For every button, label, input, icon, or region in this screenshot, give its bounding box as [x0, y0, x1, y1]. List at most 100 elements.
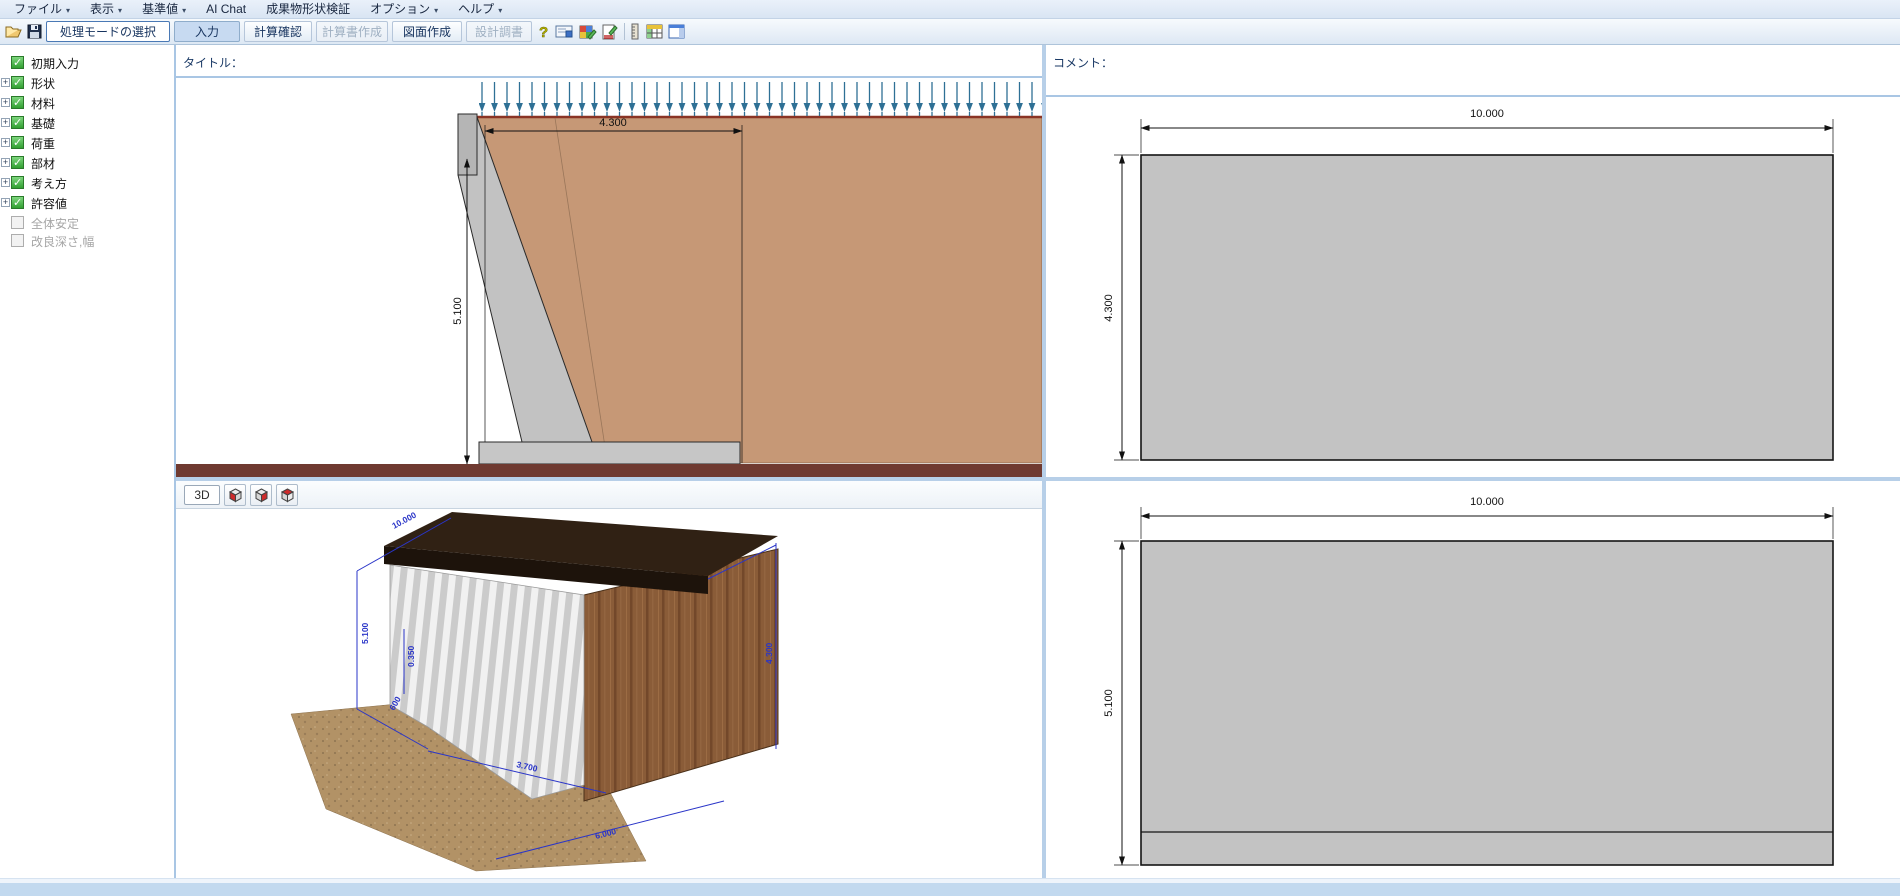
sidebar-tree: 初期入力 形状 材料 基礎 荷重 部材 考え方 許容値 全体安定 改良深さ,幅: [0, 45, 176, 878]
step-tab-design-record: 設計調書: [466, 21, 532, 42]
distributed-load-arrows: [479, 82, 1042, 116]
tree-item-improvement-depth-width: 改良深さ,幅: [0, 231, 174, 251]
tree-item-material[interactable]: 材料: [0, 93, 174, 113]
save-icon: [27, 24, 42, 39]
tree-item-foundation[interactable]: 基礎: [0, 113, 174, 133]
hint-button[interactable]: [554, 21, 574, 42]
expand-plus-icon[interactable]: [1, 178, 10, 187]
table-view-button[interactable]: [644, 21, 664, 42]
step-tab-calc-check[interactable]: 計算確認: [244, 21, 312, 42]
title-panel-header: タイトル：: [176, 45, 1042, 78]
help-button[interactable]: ?: [534, 21, 554, 42]
layout-view-button[interactable]: [666, 21, 686, 42]
checkbox[interactable]: [11, 116, 24, 129]
step-tab-drawing-create[interactable]: 図面作成: [392, 21, 462, 42]
cube-view-left-button[interactable]: [224, 484, 246, 506]
checkbox[interactable]: [11, 136, 24, 149]
app-window: ファイル 表示 基準値 AI Chat 成果物形状検証 オプション ヘルプ 処理…: [0, 0, 1900, 896]
dim-width-label: 4.300: [599, 117, 627, 129]
menu-item-help[interactable]: ヘルプ: [448, 0, 512, 19]
3d-toolbar: 3D: [176, 481, 1042, 509]
menu-item-standards[interactable]: 基準値: [132, 0, 196, 19]
cross-section-drawing[interactable]: 4.300 5.100: [176, 78, 1042, 477]
menu-item-deliverable-shape-check[interactable]: 成果物形状検証: [256, 0, 360, 19]
dim-height-label-top: 4.300: [1103, 294, 1115, 322]
tree-item-allowable[interactable]: 許容値: [0, 193, 174, 213]
plan-rect-top: [1141, 155, 1833, 460]
table-edit-icon: [579, 24, 597, 40]
chevron-down-icon: [114, 2, 122, 16]
menu-item-ai-chat[interactable]: AI Chat: [196, 0, 256, 19]
checkbox[interactable]: [11, 56, 24, 69]
checkbox[interactable]: [11, 176, 24, 189]
chevron-down-icon: [62, 2, 70, 16]
svg-text:?: ?: [539, 24, 548, 40]
expand-plus-icon[interactable]: [1, 118, 10, 127]
tree-item-member[interactable]: 部材: [0, 153, 174, 173]
svg-text:4.300: 4.300: [764, 642, 774, 664]
table-edit-button[interactable]: [578, 21, 598, 42]
step-tab-input[interactable]: 入力: [174, 21, 240, 42]
toolbar: 処理モードの選択 入力 計算確認 計算書作成 図面作成 設計調書 ?: [0, 19, 1900, 45]
svg-text:10.000: 10.000: [390, 510, 418, 531]
3d-mode-button[interactable]: 3D: [184, 485, 220, 505]
dim-length-top: [1141, 119, 1833, 153]
panel-elevation: 10.000 5.100: [1046, 481, 1900, 878]
tree-item-initial-input[interactable]: 初期入力: [0, 53, 174, 73]
cube-top-red-icon: [279, 486, 296, 503]
checkbox[interactable]: [11, 156, 24, 169]
tree-item-overall-stability: 全体安定: [0, 213, 174, 233]
expand-plus-icon[interactable]: [1, 198, 10, 207]
base-ground-strip: [176, 464, 1042, 477]
window-bottom-edge: [0, 878, 1900, 896]
panel-cross-section: タイトル：: [176, 45, 1042, 477]
save-button[interactable]: [24, 21, 44, 42]
menu-item-options[interactable]: オプション: [360, 0, 448, 19]
ruler-button[interactable]: [628, 21, 641, 42]
elevation-view[interactable]: 10.000 5.100: [1046, 481, 1900, 878]
panel-3d-view: 3D: [176, 481, 1042, 878]
tree-item-shape[interactable]: 形状: [0, 73, 174, 93]
dim-height-left: [1114, 155, 1139, 460]
cube-front-red-icon: [253, 486, 270, 503]
checkbox[interactable]: [11, 76, 24, 89]
3d-viewport[interactable]: 10.000 5.100 0.350 600 3.700 6.000 4.300: [176, 509, 1042, 877]
panel-comment: コメント： 10.000: [1046, 45, 1900, 477]
expand-plus-icon[interactable]: [1, 98, 10, 107]
comment-panel-header: コメント：: [1046, 45, 1900, 97]
cube-left-red-icon: [227, 486, 244, 503]
chevron-down-icon: [178, 2, 186, 16]
open-file-button[interactable]: [3, 21, 23, 42]
dim-height-label: 5.100: [452, 297, 464, 325]
svg-text:0.350: 0.350: [406, 645, 416, 667]
checkbox: [11, 216, 24, 229]
chevron-down-icon: [430, 2, 438, 16]
step-tab-report-create: 計算書作成: [316, 21, 388, 42]
elevation-rect: [1141, 541, 1833, 865]
chevron-down-icon: [494, 2, 502, 16]
dim-length-label-bottom: 10.000: [1470, 496, 1504, 508]
cube-view-top-button[interactable]: [276, 484, 298, 506]
mode-select-button[interactable]: 処理モードの選択: [46, 21, 170, 42]
menu-item-file[interactable]: ファイル: [4, 0, 80, 19]
cube-view-front-button[interactable]: [250, 484, 272, 506]
report-edit-button[interactable]: [600, 21, 620, 42]
menu-bar: ファイル 表示 基準値 AI Chat 成果物形状検証 オプション ヘルプ: [0, 0, 1900, 19]
open-icon: [5, 24, 22, 39]
expand-plus-icon[interactable]: [1, 138, 10, 147]
dim-height-bottom: [1114, 541, 1139, 865]
tip-envelope-icon: [555, 25, 573, 38]
expand-plus-icon[interactable]: [1, 78, 10, 87]
footing: [479, 442, 740, 464]
checkbox[interactable]: [11, 196, 24, 209]
tree-item-approach[interactable]: 考え方: [0, 173, 174, 193]
menu-item-view[interactable]: 表示: [80, 0, 132, 19]
expand-plus-icon[interactable]: [1, 158, 10, 167]
plan-view-top[interactable]: 10.000 4.300: [1046, 97, 1900, 475]
help-icon: ?: [537, 23, 551, 40]
svg-text:5.100: 5.100: [360, 622, 370, 644]
checkbox[interactable]: [11, 96, 24, 109]
tree-item-load[interactable]: 荷重: [0, 133, 174, 153]
dim-height-label-bottom: 5.100: [1103, 689, 1115, 717]
toolbar-separator: [624, 23, 625, 40]
